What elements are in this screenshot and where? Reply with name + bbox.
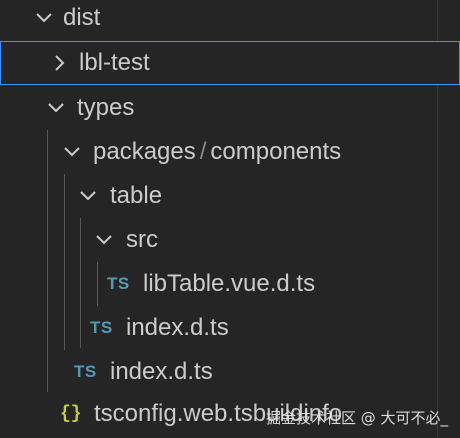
- tree-item-label: index.d.ts: [126, 314, 229, 341]
- tree-item-label: dist: [63, 4, 101, 31]
- path-separator: /: [199, 138, 207, 165]
- tree-item-label: table: [110, 182, 163, 209]
- file-explorer-tree: dist lbl-test types packages / components …: [0, 0, 460, 438]
- ts-file-icon: TS: [107, 274, 130, 293]
- ts-file-icon: TS: [90, 318, 113, 337]
- tree-item-dist[interactable]: dist: [0, 0, 460, 40]
- chevron-down-icon: [61, 141, 83, 163]
- tree-item-label: lbl-test: [79, 49, 150, 76]
- json-file-icon: {}: [60, 404, 82, 424]
- tree-item-libtable-vue-d-ts[interactable]: TS libTable.vue.d.ts: [0, 262, 460, 306]
- tree-item-index-d-ts[interactable]: TS index.d.ts: [0, 350, 460, 394]
- tree-item-table[interactable]: table: [0, 174, 460, 218]
- chevron-down-icon: [45, 97, 67, 119]
- tree-item-src[interactable]: src: [0, 218, 460, 262]
- path-segment: components: [210, 138, 342, 165]
- tree-item-index-d-ts[interactable]: TS index.d.ts: [0, 306, 460, 350]
- tree-item-lbl-test[interactable]: lbl-test: [0, 41, 460, 85]
- tree-item-label: libTable.vue.d.ts: [143, 270, 316, 297]
- ts-file-icon: TS: [74, 362, 97, 381]
- tree-item-packages-components[interactable]: packages / components: [0, 130, 460, 174]
- chevron-down-icon: [93, 229, 115, 251]
- tree-item-types[interactable]: types: [0, 86, 460, 130]
- chevron-right-icon: [49, 52, 71, 74]
- tree-item-label: types: [77, 94, 135, 121]
- chevron-down-icon: [33, 7, 55, 29]
- path-segment: packages: [93, 138, 196, 165]
- tree-item-label: packages / components: [93, 138, 341, 166]
- watermark: 掘金技术社区 @ 大可不必_: [265, 409, 448, 427]
- tree-item-label: src: [126, 226, 158, 253]
- chevron-down-icon: [77, 185, 99, 207]
- tree-item-label: index.d.ts: [110, 358, 213, 385]
